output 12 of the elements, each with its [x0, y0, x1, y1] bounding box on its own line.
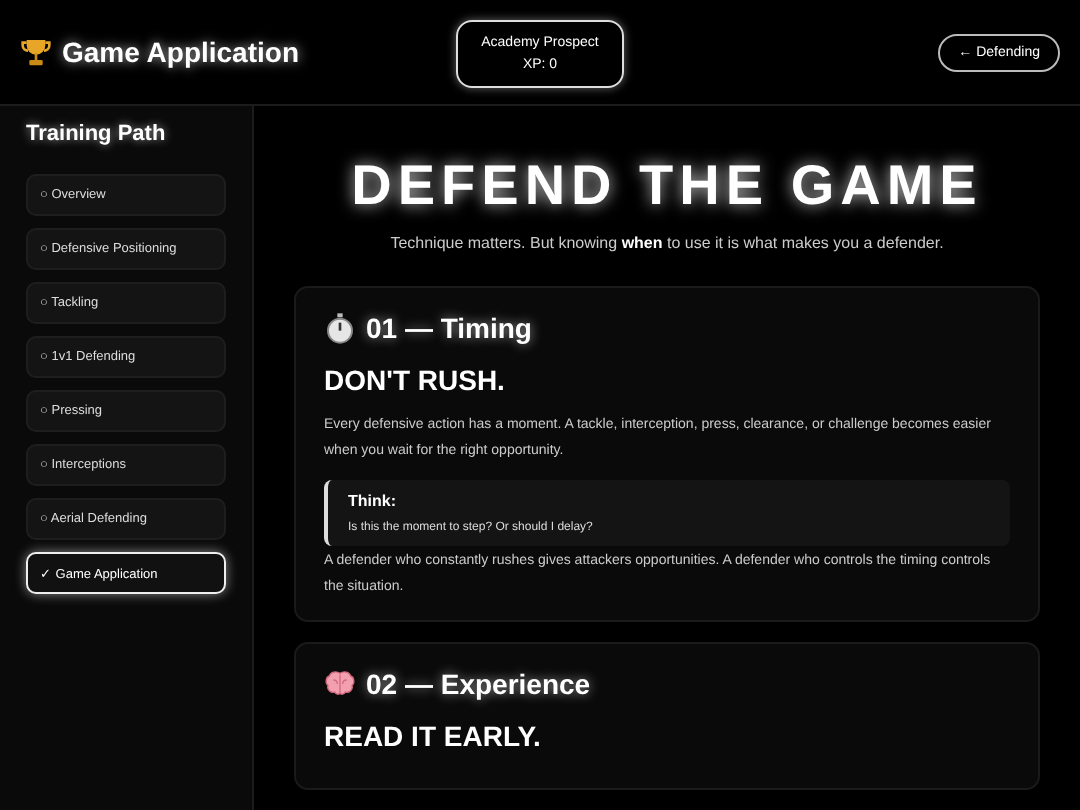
stopwatch-icon	[324, 312, 356, 344]
sidebar-title: Training Path	[26, 122, 168, 146]
app-title: Game Application	[62, 36, 300, 68]
callout-title: Think:	[348, 492, 398, 510]
card-headline: READ IT EARLY.	[324, 720, 543, 752]
brain-icon	[324, 668, 356, 700]
card-heading: 01 — Timing	[366, 312, 532, 344]
card-heading: 02 — Experience	[366, 668, 591, 700]
page-heading: DEFEND THE GAME	[349, 154, 985, 218]
card-headline: DON'T RUSH.	[324, 364, 507, 396]
intro-text: Technique matters. But knowing when to use it is what makes you a defender.	[388, 234, 946, 252]
trophy-icon	[20, 36, 52, 68]
